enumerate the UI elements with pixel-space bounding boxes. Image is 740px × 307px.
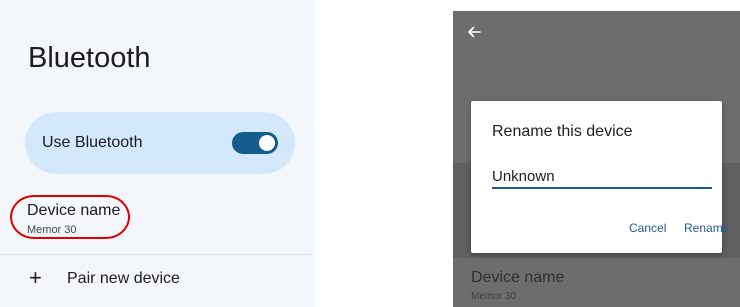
- background-device-name-title: Device name: [471, 269, 565, 286]
- pair-new-device-label: Pair new device: [67, 270, 180, 287]
- divider: [0, 254, 314, 255]
- arrow-left-icon[interactable]: [467, 25, 481, 39]
- rename-device-screen: Device name Memor 30 Rename this device …: [453, 11, 740, 307]
- plus-icon: +: [29, 265, 42, 290]
- bluetooth-settings-panel: Bluetooth Use Bluetooth Device name Memo…: [0, 0, 314, 307]
- page-title: Bluetooth: [28, 42, 151, 74]
- use-bluetooth-label: Use Bluetooth: [42, 134, 143, 151]
- use-bluetooth-toggle-row[interactable]: Use Bluetooth: [25, 112, 295, 174]
- cancel-button[interactable]: Cancel: [629, 221, 666, 235]
- switch-thumb: [259, 135, 275, 151]
- dialog-title: Rename this device: [492, 123, 633, 140]
- bluetooth-switch[interactable]: [232, 132, 278, 154]
- highlight-annotation-circle: [10, 195, 130, 239]
- rename-dialog: Rename this device Cancel Rename: [471, 101, 729, 253]
- device-name-input[interactable]: [492, 165, 712, 189]
- rename-button[interactable]: Rename: [684, 221, 729, 235]
- background-device-name-value: Memor 30: [471, 291, 517, 302]
